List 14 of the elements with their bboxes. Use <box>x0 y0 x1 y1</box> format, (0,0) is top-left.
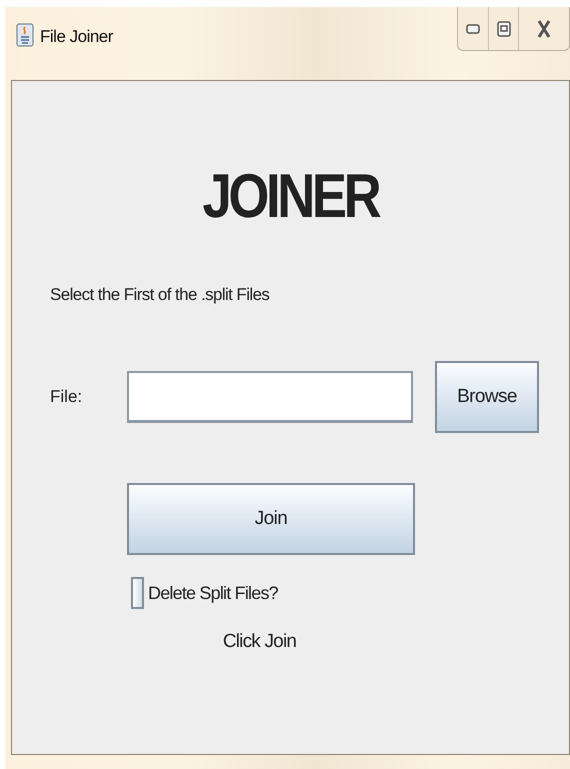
close-icon <box>537 20 551 38</box>
file-field[interactable] <box>127 371 413 423</box>
minimize-icon <box>466 24 480 34</box>
file-label: File: <box>50 387 84 407</box>
browse-button[interactable]: Browse <box>435 361 539 433</box>
maximize-icon <box>496 20 510 36</box>
join-button[interactable]: Join <box>127 483 415 555</box>
checkbox-label: Delete Split Files? <box>148 582 278 604</box>
status-text: Click Join <box>222 631 296 653</box>
coffee-cup-icon <box>16 23 34 47</box>
instruction-text: Select the First of the .split Files <box>50 285 270 305</box>
checkbox[interactable] <box>131 577 144 609</box>
window-title: File Joiner <box>40 27 113 47</box>
heading: JOINER <box>202 161 378 232</box>
